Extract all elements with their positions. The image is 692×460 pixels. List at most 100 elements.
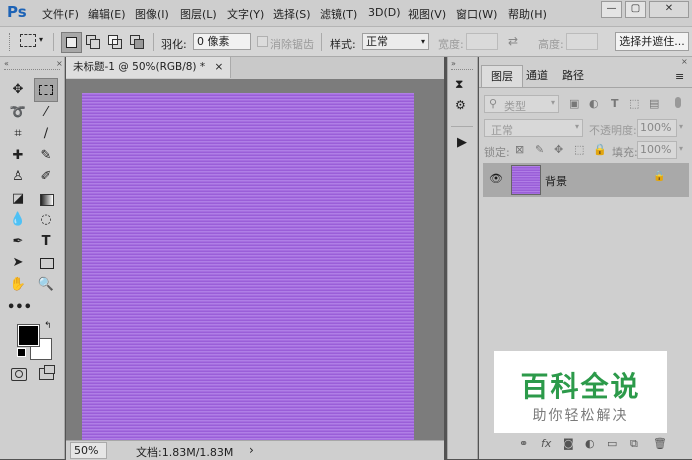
filter-shape-icon[interactable]: ⬚ — [629, 97, 639, 110]
delete-layer-icon[interactable]: 🗑 — [653, 437, 667, 450]
antialias-checkbox[interactable] — [257, 36, 268, 47]
lock-pixels-icon[interactable]: ✎ — [535, 143, 544, 156]
rectangle-shape-tool[interactable] — [35, 252, 57, 274]
history-panel-icon[interactable]: ⧗ — [455, 77, 463, 92]
style-select-value: 正常 — [366, 35, 388, 48]
menu-layer[interactable]: 图层(L) — [180, 6, 217, 22]
document-canvas[interactable] — [82, 93, 414, 440]
type-tool[interactable]: T — [35, 231, 57, 253]
menu-select[interactable]: 选择(S) — [273, 6, 311, 22]
chevron-down-icon[interactable]: ▾ — [679, 144, 683, 153]
actions-play-icon[interactable]: ▶ — [457, 135, 467, 150]
properties-panel-icon[interactable]: ⚙ — [455, 98, 466, 112]
fill-input[interactable]: 100% — [637, 141, 677, 159]
menu-window[interactable]: 窗口(W) — [456, 6, 497, 22]
hand-tool[interactable]: ✋ — [7, 274, 29, 296]
blend-mode-select[interactable]: 正常 ▾ — [484, 119, 583, 137]
blur-tool[interactable]: 💧 — [7, 209, 29, 231]
rect-marquee-tool[interactable] — [34, 78, 58, 102]
chevron-down-icon[interactable]: ▾ — [679, 122, 683, 131]
filter-type-icon[interactable]: T — [611, 97, 619, 110]
zoom-tool[interactable]: 🔍 — [35, 274, 57, 296]
status-menu-arrow-icon[interactable]: › — [249, 443, 254, 457]
height-input[interactable] — [566, 33, 598, 50]
close-window-button[interactable]: ✕ — [649, 1, 689, 18]
lock-position-icon[interactable]: ✥ — [554, 143, 563, 156]
path-select-tool[interactable]: ➤ — [7, 252, 29, 274]
add-mask-icon[interactable]: ◙ — [563, 437, 574, 450]
menu-filter[interactable]: 滤镜(T) — [320, 6, 357, 22]
filter-toggle-icon[interactable] — [675, 97, 681, 108]
menu-view[interactable]: 视图(V) — [408, 6, 446, 22]
menu-file[interactable]: 文件(F) — [42, 6, 79, 22]
add-selection-button[interactable] — [84, 32, 103, 51]
pen-tool[interactable]: ✒ — [7, 231, 29, 253]
quick-mask-icon[interactable] — [11, 368, 27, 381]
collapse-panel-icon[interactable]: « — [4, 59, 9, 68]
layer-name[interactable]: 背景 — [545, 173, 567, 189]
tool-preset-marquee-icon[interactable] — [20, 34, 36, 47]
lock-all-icon[interactable]: 🔒 — [593, 143, 607, 156]
zoom-level-field[interactable]: 50% — [70, 442, 107, 459]
lock-artboard-icon[interactable]: ⬚ — [574, 143, 584, 156]
layer-style-fx-icon[interactable]: fx — [541, 437, 551, 450]
filter-adjustment-icon[interactable]: ◐ — [589, 97, 599, 110]
filter-smart-object-icon[interactable]: ▤ — [649, 97, 659, 110]
tab-channels[interactable]: 通道 — [517, 65, 557, 87]
magic-wand-tool[interactable]: ⁄ — [35, 102, 57, 124]
filter-pixel-icon[interactable]: ▣ — [569, 97, 579, 110]
menu-help[interactable]: 帮助(H) — [508, 6, 547, 22]
swap-width-height-icon[interactable]: ⇄ — [508, 34, 518, 48]
visibility-eye-icon[interactable]: 👁 — [489, 172, 503, 185]
crop-tool[interactable]: ⌗ — [7, 123, 29, 145]
tool-preset-chevron-icon[interactable]: ▾ — [39, 35, 43, 44]
history-brush-tool[interactable]: ✐ — [35, 166, 57, 188]
swap-colors-icon[interactable]: ↰ — [44, 321, 52, 331]
minimize-button[interactable]: — — [601, 1, 622, 18]
menu-image[interactable]: 图像(I) — [135, 6, 169, 22]
history-brush-icon: ✐ — [40, 169, 52, 184]
style-select[interactable]: 正常 ▾ — [362, 33, 429, 50]
panel-menu-icon[interactable]: ≡ — [675, 70, 684, 83]
close-panel-icon[interactable]: × — [681, 57, 688, 66]
foreground-color-swatch[interactable] — [17, 324, 40, 347]
select-and-mask-button[interactable]: 选择并遮住... — [615, 32, 689, 51]
close-panel-icon[interactable]: × — [56, 59, 63, 68]
intersect-selection-button[interactable] — [128, 32, 147, 51]
restore-button[interactable]: ▢ — [625, 1, 646, 18]
opacity-input[interactable]: 100% — [637, 119, 677, 137]
dodge-tool[interactable]: ◌ — [35, 209, 57, 231]
move-tool[interactable]: ✥ — [7, 79, 29, 101]
subtract-selection-button[interactable] — [106, 32, 125, 51]
more-tools-button[interactable]: ••• — [7, 297, 32, 319]
tab-paths[interactable]: 路径 — [553, 65, 593, 87]
brush-icon: ✎ — [40, 148, 52, 163]
brush-tool[interactable]: ✎ — [35, 145, 57, 167]
close-tab-icon[interactable]: × — [214, 61, 223, 73]
new-layer-icon[interactable]: ⧉ — [630, 437, 638, 451]
opacity-label: 不透明度: — [589, 124, 637, 137]
document-tab[interactable]: 未标题-1 @ 50%(RGB/8) * × — [66, 57, 232, 78]
layer-row[interactable]: 👁 背景 🔒 — [483, 163, 689, 197]
document-info[interactable]: 文档:1.83M/1.83M — [136, 444, 233, 460]
gradient-tool[interactable] — [35, 188, 57, 210]
link-layers-icon[interactable]: ⚭ — [519, 437, 528, 450]
menu-3d[interactable]: 3D(D) — [368, 6, 401, 19]
width-input[interactable] — [466, 33, 498, 50]
default-colors-icon[interactable] — [17, 348, 26, 357]
clone-stamp-tool[interactable]: ♙ — [7, 166, 29, 188]
lock-transparent-icon[interactable]: ⊠ — [515, 143, 524, 156]
adjustment-layer-icon[interactable]: ◐ — [585, 437, 595, 450]
feather-input[interactable]: 0 像素 — [193, 33, 251, 50]
lasso-tool[interactable]: ➰ — [7, 102, 29, 124]
healing-brush-tool[interactable]: ✚ — [7, 145, 29, 167]
expand-panels-icon[interactable]: » — [451, 59, 456, 68]
layer-filter-select[interactable]: ⚲ 类型 ▾ — [484, 95, 559, 113]
menu-type[interactable]: 文字(Y) — [227, 6, 264, 22]
new-selection-button[interactable] — [61, 32, 82, 53]
eyedropper-tool[interactable]: ∕ — [35, 123, 57, 145]
new-group-icon[interactable]: ▭ — [607, 437, 617, 450]
eraser-tool[interactable]: ◪ — [7, 188, 29, 210]
screen-mode-icon[interactable] — [39, 365, 55, 380]
menu-edit[interactable]: 编辑(E) — [88, 6, 126, 22]
